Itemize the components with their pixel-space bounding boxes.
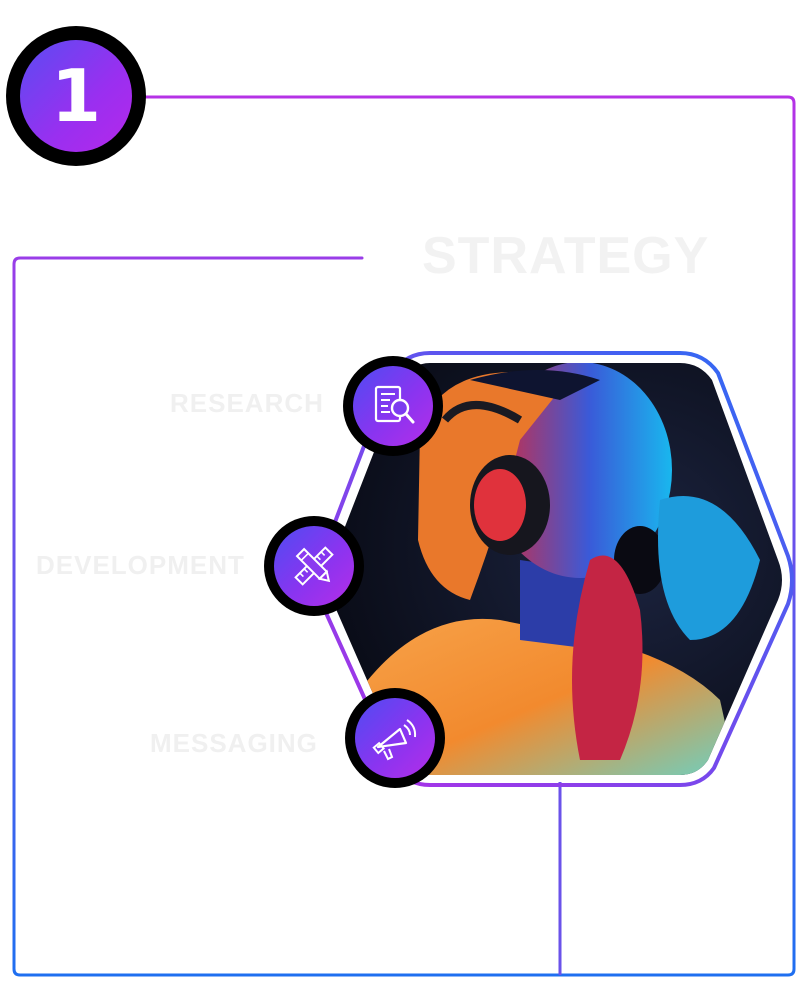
- service-label-research: RESEARCH: [170, 388, 324, 418]
- service-label-messaging: MESSAGING: [150, 728, 318, 758]
- messaging-badge: [345, 688, 445, 788]
- development-badge: [264, 516, 364, 616]
- research-badge: [343, 356, 443, 456]
- service-label-development: DEVELOPMENT: [36, 550, 245, 580]
- pencil-ruler-icon: [294, 546, 334, 586]
- section-title: STRATEGY: [422, 227, 710, 285]
- step-number-badge: 1: [6, 26, 146, 166]
- research-document-search-icon: [374, 385, 415, 424]
- strategy-infographic: 1 STRATEGY RESEARCH DEVELOPMENT MESSAGIN…: [0, 0, 800, 1000]
- step-number: 1: [50, 54, 102, 138]
- megaphone-icon: [372, 719, 417, 761]
